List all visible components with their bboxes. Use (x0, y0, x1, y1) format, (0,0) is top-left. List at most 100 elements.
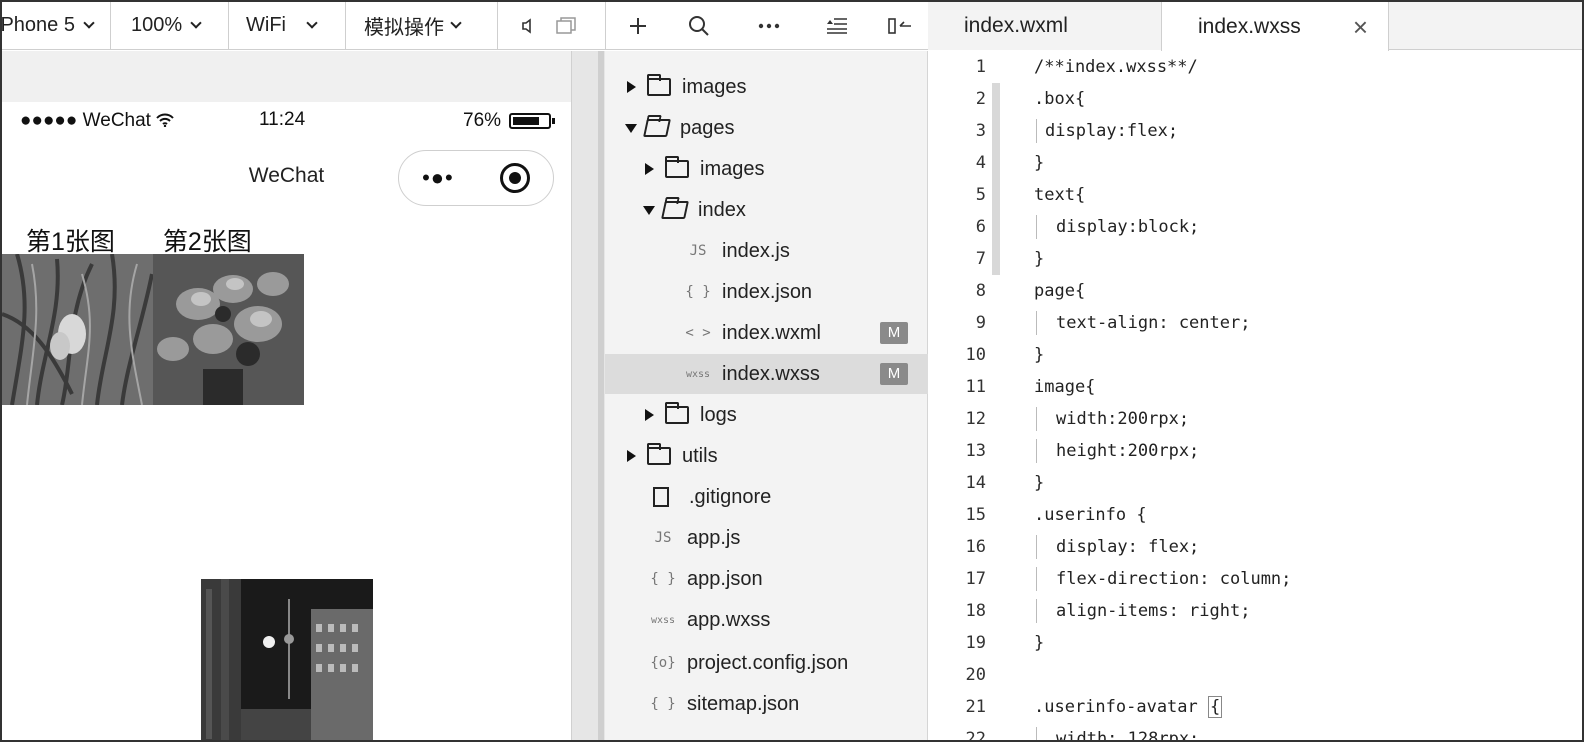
tab-index-wxss[interactable]: index.wxss × (1161, 2, 1389, 51)
code-text: width: 128rpx; (1056, 729, 1200, 742)
search-icon[interactable] (688, 2, 758, 50)
nav-title: WeChat (248, 164, 325, 187)
tree-item-index-wxml[interactable]: < > index.wxml M (605, 313, 928, 353)
tree-item-project-config[interactable]: {o} project.config.json (605, 643, 928, 683)
tab-label: index.wxss (1198, 14, 1301, 38)
chevron-down-icon (190, 17, 202, 29)
caret-right-icon (645, 163, 654, 175)
tree-item-label: utils (682, 444, 718, 467)
code-line[interactable]: 6 display:block; (928, 211, 1582, 243)
device-select[interactable]: iPhone 5 (0, 2, 111, 50)
mode-select-label: 模拟操作 (364, 17, 444, 39)
code-line[interactable]: 22 width: 128rpx; (928, 723, 1582, 742)
more-icon[interactable] (758, 2, 826, 50)
json-file-icon: { } (650, 696, 676, 712)
line-number: 2 (975, 89, 986, 109)
code-line[interactable]: 9 text-align: center; (928, 307, 1582, 339)
line-number: 13 (965, 441, 986, 461)
add-icon[interactable] (628, 2, 688, 50)
code-text: height:200rpx; (1056, 441, 1200, 461)
tree-item-index-json[interactable]: { } index.json (605, 272, 928, 312)
tree-item-label: app.json (687, 567, 763, 590)
code-line[interactable]: 12 width:200rpx; (928, 403, 1582, 435)
network-select[interactable]: WiFi (229, 2, 346, 50)
split-icon[interactable] (888, 2, 918, 50)
caret-right-icon (627, 450, 636, 462)
code-line[interactable]: 4} (928, 147, 1582, 179)
device-select-label: iPhone 5 (0, 14, 75, 36)
navigation-bar: WeChat •●• (2, 140, 571, 206)
code-line[interactable]: 18 align-items: right; (928, 595, 1582, 627)
tree-item-label: index.js (722, 239, 790, 262)
tree-item-logs[interactable]: logs (605, 395, 928, 435)
code-line[interactable]: 11 image{ (928, 371, 1582, 403)
tree-item-images[interactable]: images (605, 67, 928, 107)
js-file-icon: JS (689, 243, 707, 259)
tree-item-utils[interactable]: utils (605, 436, 928, 476)
code-line[interactable]: 10} (928, 339, 1582, 371)
code-line[interactable]: 14} (928, 467, 1582, 499)
speaker-icon[interactable] (516, 14, 540, 38)
tree-item-pages[interactable]: pages (605, 108, 928, 148)
battery-percent: 76% (463, 110, 502, 131)
zoom-select-label: 100% (131, 14, 183, 36)
tree-item-index-wxss[interactable]: wxss index.wxss M (605, 354, 928, 394)
code-line[interactable]: 3 display:flex; (928, 115, 1582, 147)
tab-index-wxml[interactable]: index.wxml (928, 2, 1161, 50)
mode-select[interactable]: 模拟操作 (346, 2, 498, 50)
code-text: } (1034, 249, 1045, 269)
panel-divider[interactable] (571, 51, 605, 740)
tree-item-label: images (682, 75, 747, 98)
grass-flower-image (2, 254, 153, 405)
tree-item-index-js[interactable]: JS index.js (605, 231, 928, 271)
tree-item-pages-images[interactable]: images (605, 149, 928, 189)
code-line[interactable]: 15 .userinfo { (928, 499, 1582, 531)
code-line[interactable]: 5 text{ (928, 179, 1582, 211)
close-icon[interactable]: × (1353, 12, 1368, 43)
code-line[interactable]: 7} (928, 243, 1582, 275)
window-icon[interactable] (554, 14, 578, 38)
line-number: 15 (965, 505, 986, 525)
tree-item-app-json[interactable]: { } app.json (605, 559, 928, 599)
line-number: 5 (975, 185, 986, 205)
close-target-icon[interactable] (499, 163, 530, 193)
line-number: 20 (965, 665, 986, 685)
more-icon[interactable]: •●• (422, 165, 454, 191)
tree-item-index[interactable]: index (605, 190, 928, 230)
code-line[interactable]: 17 flex-direction: column; (928, 563, 1582, 595)
devtools-window: iPhone 5 100% WiFi 模拟操作 ●●●●● WeChat 11:… (0, 0, 1584, 742)
code-line[interactable]: 13 height:200rpx; (928, 435, 1582, 467)
indent-guide (1036, 727, 1037, 740)
code-line[interactable]: 21 .userinfo-avatar { (928, 691, 1582, 723)
tree-item-sitemap[interactable]: { } sitemap.json (605, 684, 928, 724)
js-file-icon: JS (654, 530, 672, 546)
code-text: flex-direction: column; (1056, 569, 1292, 589)
code-text: display: flex; (1056, 537, 1200, 557)
tree-item-gitignore[interactable]: .gitignore (605, 477, 928, 517)
line-number: 22 (965, 729, 986, 742)
simulator-toolbar: iPhone 5 100% WiFi 模拟操作 (2, 2, 605, 50)
folder-icon (647, 74, 671, 96)
config-file-icon: {o} (650, 655, 676, 671)
code-line[interactable]: 16 display: flex; (928, 531, 1582, 563)
code-line[interactable]: 20 (928, 659, 1582, 691)
carrier-label: ●●●●● WeChat (20, 110, 151, 131)
collapse-icon[interactable] (826, 2, 888, 50)
orchid-flowers-image (153, 254, 304, 405)
tree-item-app-wxss[interactable]: wxss app.wxss (605, 600, 928, 640)
folder-icon (647, 443, 671, 465)
chevron-down-icon (450, 17, 462, 29)
code-text: image{ (1034, 377, 1096, 397)
code-line[interactable]: 19} (928, 627, 1582, 659)
indent-guide (1036, 215, 1037, 239)
capsule-menu[interactable]: •●• (398, 150, 554, 206)
code-editor[interactable]: 1/**index.wxss**/2 .box{3 display:flex; 4} 5… (928, 51, 1582, 742)
explorer-toolbar (605, 2, 928, 50)
status-bar: ●●●●● WeChat 11:24 76% (2, 102, 571, 140)
code-line[interactable]: 8 page{ (928, 275, 1582, 307)
line-number: 7 (975, 249, 986, 269)
code-line[interactable]: 2 .box{ (928, 83, 1582, 115)
tree-item-app-js[interactable]: JS app.js (605, 518, 928, 558)
zoom-select[interactable]: 100% (111, 2, 229, 50)
code-line[interactable]: 1 /**index.wxss**/ (928, 51, 1582, 83)
